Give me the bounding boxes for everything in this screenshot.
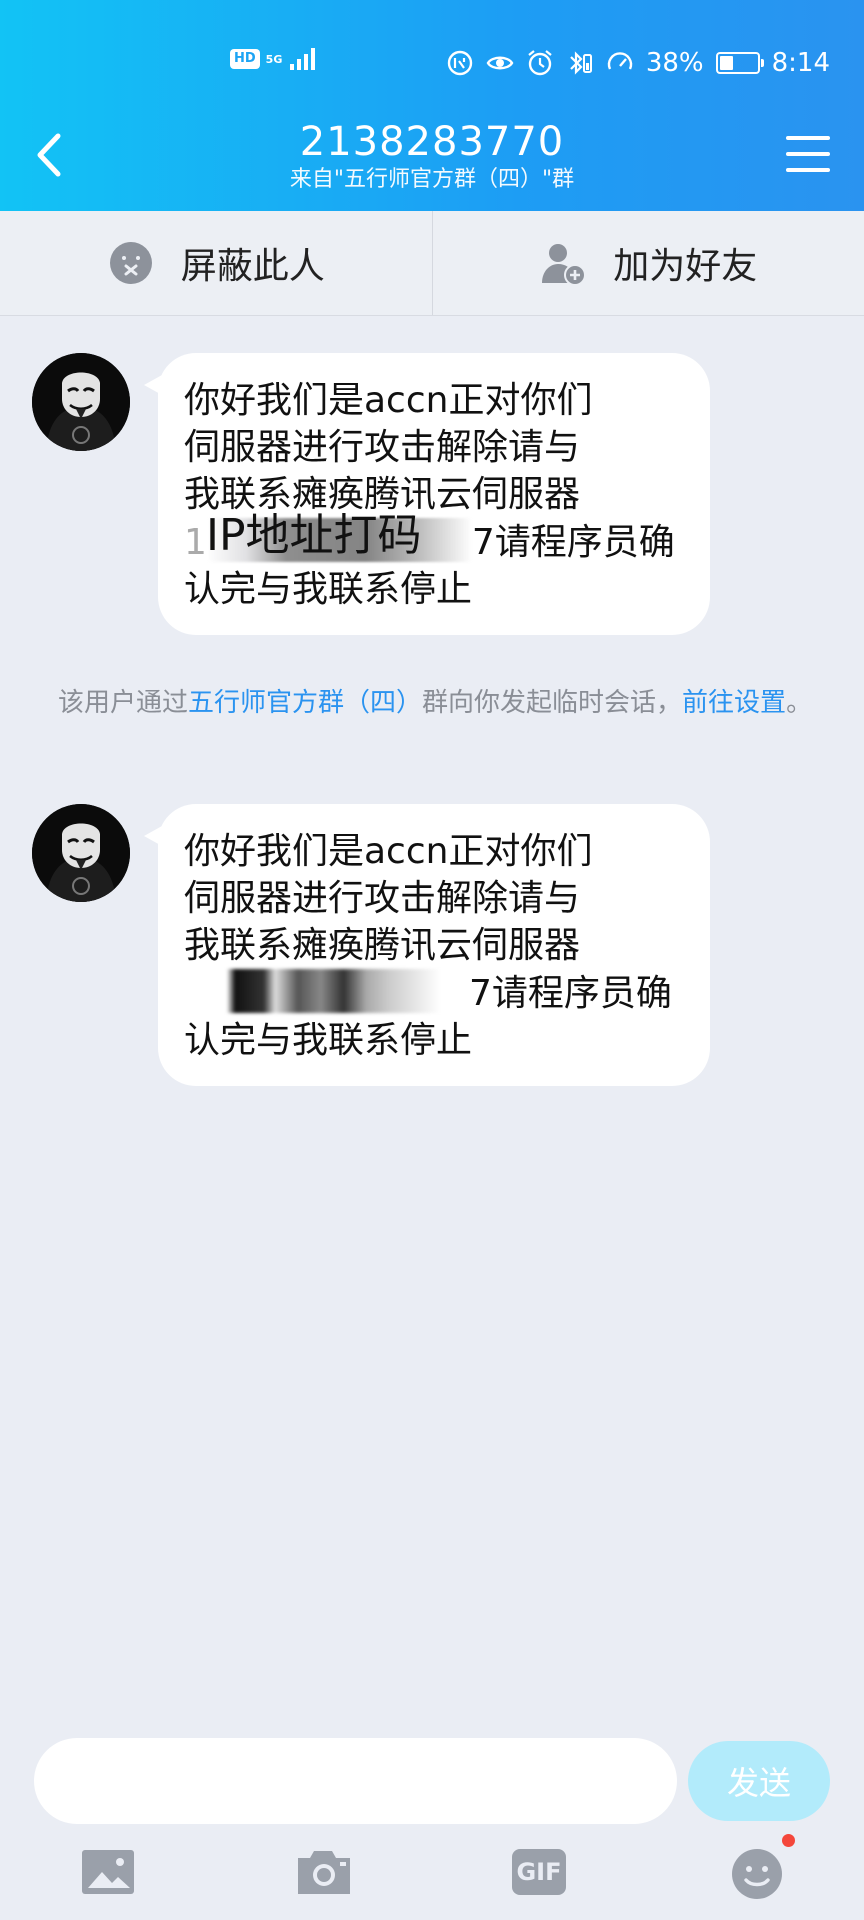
message-line-suffix: 7请程序员确 <box>471 522 675 563</box>
camera-button[interactable] <box>294 1842 354 1902</box>
message-input[interactable] <box>34 1738 677 1824</box>
notice-end: 。 <box>786 688 813 718</box>
battery-fill <box>719 56 734 70</box>
message-line: 你好我们是accn正对你们 <box>184 831 593 872</box>
bluetooth-battery-icon <box>570 51 592 75</box>
gif-button[interactable]: GIF <box>512 1842 572 1902</box>
action-bar: 屏蔽此人 加为好友 <box>0 211 864 316</box>
message-line: 认完与我联系停止 <box>184 1020 473 1061</box>
message-line: 伺服器进行攻击解除请与 <box>184 427 581 468</box>
block-user-button[interactable]: 屏蔽此人 <box>0 211 432 315</box>
header-title-block: 2138283770 来自"五行师官方群（四）"群 <box>182 120 682 194</box>
settings-link[interactable]: 前往设置 <box>682 688 786 718</box>
block-face-icon <box>109 242 152 284</box>
group-link[interactable]: 五行师官方群（四） <box>188 688 422 718</box>
image-icon <box>82 1850 134 1894</box>
message-line-redacted: 7请程序员确 <box>184 969 682 1017</box>
status-bar: HD 5G 38% 8:14 <box>0 44 864 84</box>
notification-dot <box>782 1834 795 1847</box>
page-title: 2138283770 <box>299 119 565 165</box>
status-left: HD 5G <box>230 48 316 70</box>
temp-chat-notice: 该用户通过五行师官方群（四）群向你发起临时会话，前往设置。 <box>58 686 818 721</box>
back-button[interactable] <box>30 130 70 180</box>
message-line: 你好我们是accn正对你们 <box>184 380 593 421</box>
emoji-face-icon <box>732 1849 782 1899</box>
message-line: 伺服器进行攻击解除请与 <box>184 878 581 919</box>
eye-comfort-icon <box>486 56 514 70</box>
hd-badge: HD <box>230 49 260 69</box>
page-subtitle: 来自"五行师官方群（四）"群 <box>289 167 575 192</box>
add-friend-button[interactable]: 加为好友 <box>431 211 864 315</box>
notice-prefix: 该用户通过 <box>58 688 189 718</box>
ip-redaction-mosaic <box>184 969 469 1013</box>
message-line: 认完与我联系停止 <box>184 569 473 610</box>
anonymous-mask-avatar-icon <box>32 353 130 451</box>
sender-avatar[interactable] <box>32 804 130 902</box>
alarm-icon <box>528 50 552 76</box>
hamburger-menu-icon <box>786 136 830 140</box>
notice-middle: 群向你发起临时会话， <box>422 688 683 718</box>
signal-icon <box>290 48 316 70</box>
message-bubble[interactable]: 你好我们是accn正对你们 伺服器进行攻击解除请与 我联系瘫痪腾讯云伺服器 7请… <box>144 804 710 1086</box>
speedometer-icon <box>607 52 632 70</box>
data-saver-icon <box>447 50 473 76</box>
chevron-left-icon <box>37 133 61 177</box>
menu-bar-2 <box>786 152 830 156</box>
chat-header: HD 5G 38% 8:14 2138283770 来自"五行师官方群（四）"群 <box>0 0 864 211</box>
ip-prefix: 1 <box>184 522 207 563</box>
menu-button[interactable] <box>786 136 830 176</box>
battery-icon <box>715 52 764 74</box>
status-right: 38% 8:14 <box>446 48 830 78</box>
battery-percent: 38% <box>645 48 704 78</box>
anonymous-mask-avatar-icon <box>32 804 130 902</box>
send-button[interactable]: 发送 <box>688 1741 830 1821</box>
message-line-redacted: 1 7请程序员确 IP地址打码 <box>184 512 682 566</box>
composer-toolbar: GIF <box>0 1834 864 1912</box>
clock: 8:14 <box>771 48 830 78</box>
camera-icon <box>298 1851 350 1894</box>
ip-redaction-label: IP地址打码 <box>206 510 422 561</box>
sender-avatar[interactable] <box>32 353 130 451</box>
emoji-button[interactable] <box>727 1834 795 1902</box>
menu-bar-3 <box>786 168 830 172</box>
gif-icon: GIF <box>512 1849 566 1895</box>
composer: 发送 GIF <box>0 1720 864 1920</box>
block-user-label: 屏蔽此人 <box>180 246 325 287</box>
add-friend-label: 加为好友 <box>613 246 758 287</box>
message-bubble[interactable]: 你好我们是accn正对你们 伺服器进行攻击解除请与 我联系瘫痪腾讯云伺服器 17… <box>144 353 710 635</box>
photo-button[interactable] <box>80 1842 140 1902</box>
message-line-suffix: 7请程序员确 <box>469 973 672 1014</box>
message-line: 我联系瘫痪腾讯云伺服器 <box>184 925 581 966</box>
add-friend-icon <box>542 244 587 286</box>
network-label: 5G <box>265 52 283 66</box>
